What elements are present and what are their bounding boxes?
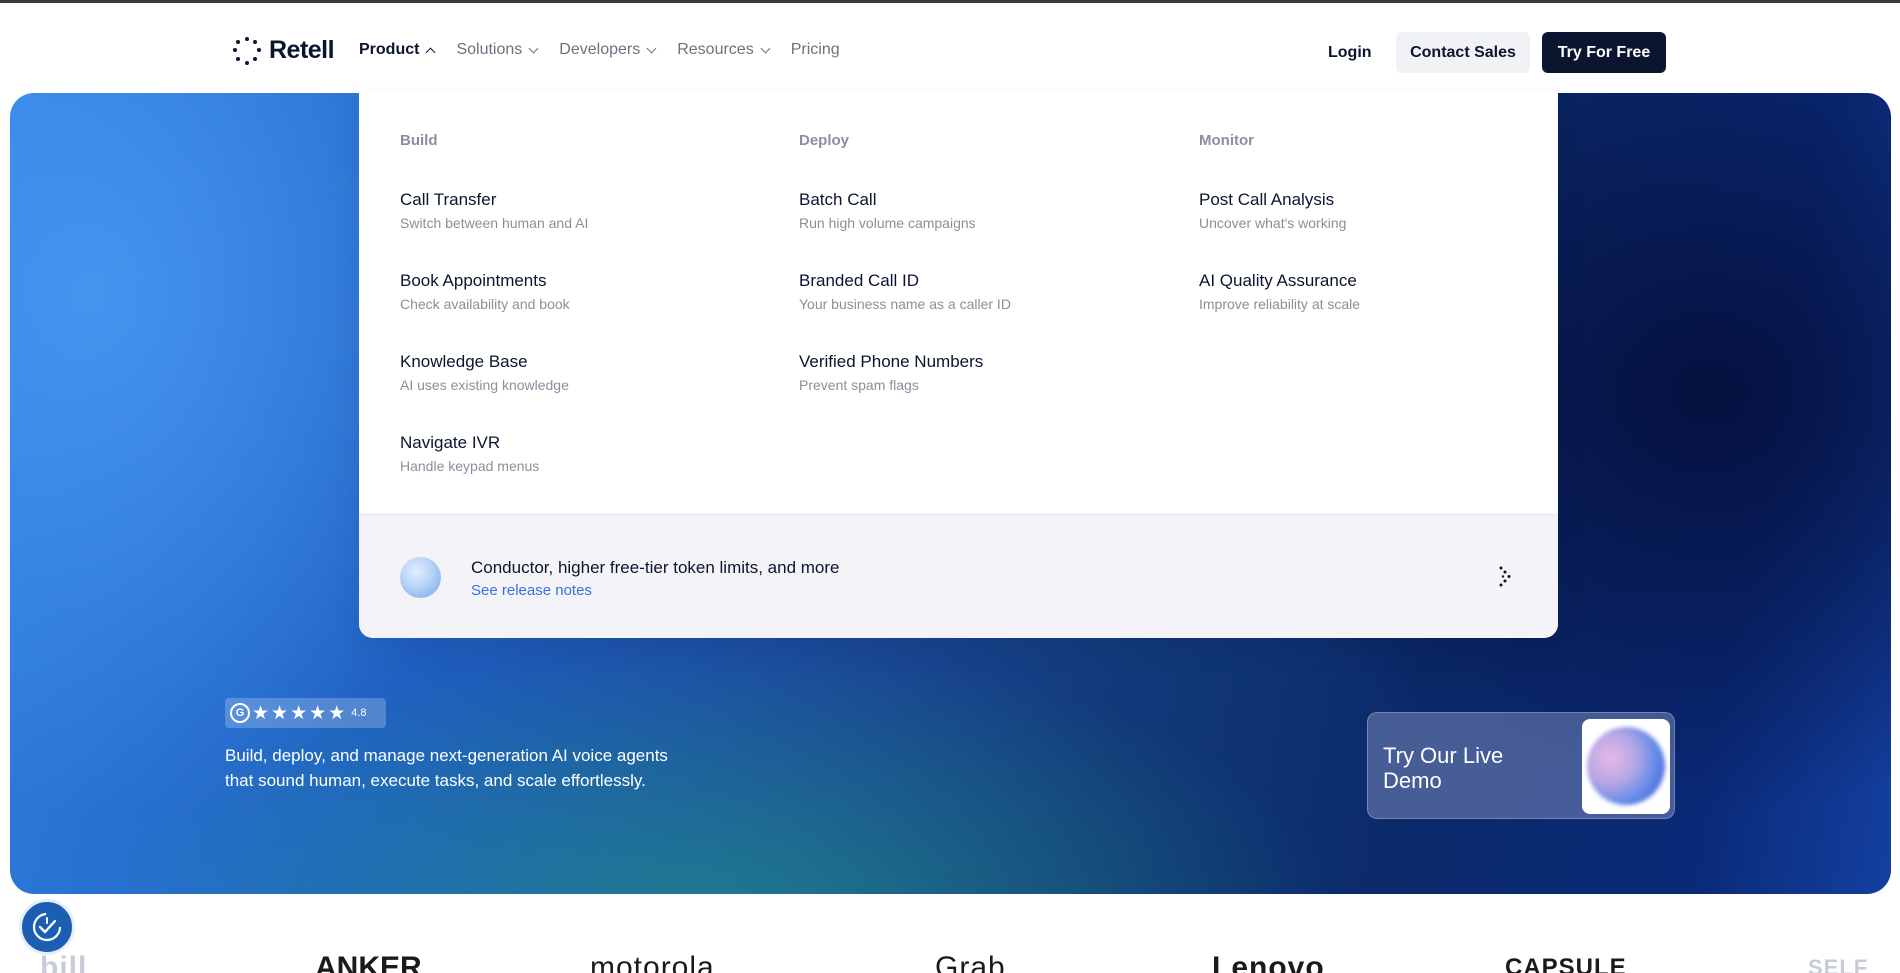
logo-capsule: CAPSULE (1505, 954, 1627, 973)
menu-item-title: Branded Call ID (799, 271, 920, 290)
menu-item-desc: Improve reliability at scale (1199, 296, 1361, 312)
column-deploy: Deploy Batch Call Run high volume campai… (799, 132, 1011, 433)
star-icon: ★ (309, 702, 327, 724)
menu-item-title: Navigate IVR (400, 433, 501, 452)
chevron-down-icon (528, 43, 539, 53)
menu-item-knowledge-base[interactable]: Knowledge Base AI uses existing knowledg… (400, 352, 588, 433)
g2-logo-icon: G (230, 703, 250, 723)
logo-motorola: motorola (590, 951, 715, 973)
menu-item-desc: Prevent spam flags (799, 377, 919, 393)
nav-pricing-label: Pricing (790, 41, 840, 58)
column-title: Deploy (799, 132, 850, 149)
nav-product[interactable]: Product (359, 41, 436, 59)
main-nav: Product Solutions Developers Resources P… (359, 41, 840, 59)
menu-item-call-transfer[interactable]: Call Transfer Switch between human and A… (400, 190, 588, 271)
menu-item-title: AI Quality Assurance (1199, 271, 1357, 290)
logo-bill: bill (40, 951, 88, 973)
retell-logo[interactable]: Retell (233, 36, 335, 65)
release-orb-icon (400, 557, 441, 598)
logo-text: Retell (269, 36, 335, 64)
dotted-arrow-icon[interactable] (1495, 565, 1517, 589)
g2-rating-badge: G ★ ★ ★ ★ ★ 4.8 (225, 698, 386, 728)
logo-self: SELF (1808, 955, 1869, 973)
menu-item-title: Verified Phone Numbers (799, 352, 984, 371)
nav-solutions-label: Solutions (456, 41, 523, 58)
menu-item-verified-phone-numbers[interactable]: Verified Phone Numbers Prevent spam flag… (799, 352, 1011, 433)
menu-item-desc: Handle keypad menus (400, 458, 540, 474)
nav-solutions[interactable]: Solutions (456, 41, 539, 59)
nav-developers[interactable]: Developers (559, 41, 657, 59)
hero-description: Build, deploy, and manage next-generatio… (225, 746, 668, 790)
release-notes-banner[interactable]: Conductor, higher free-tier token limits… (359, 514, 1558, 638)
menu-item-title: Batch Call (799, 190, 877, 209)
rating-value: 4.8 (351, 707, 367, 719)
menu-item-desc: AI uses existing knowledge (400, 377, 569, 393)
star-icon: ★ (290, 702, 308, 724)
login-button[interactable]: Login (1314, 33, 1386, 73)
cookie-consent-button[interactable] (19, 899, 75, 955)
menu-item-book-appointments[interactable]: Book Appointments Check availability and… (400, 271, 588, 352)
live-demo-card[interactable]: Try Our Live Demo (1367, 712, 1675, 819)
live-demo-label: Try Our Live Demo (1383, 743, 1504, 793)
chevron-up-icon (426, 47, 436, 57)
star-icon: ★ (252, 702, 270, 724)
menu-item-branded-call-id[interactable]: Branded Call ID Your business name as a … (799, 271, 1011, 352)
nav-product-label: Product (359, 41, 420, 58)
menu-item-desc: Uncover what's working (1199, 215, 1347, 231)
product-dropdown-menu: Build Call Transfer Switch between human… (359, 93, 1558, 638)
star-icon: ★ (271, 702, 289, 724)
logo-lenovo: Lenovo (1212, 951, 1325, 973)
menu-item-desc: Switch between human and AI (400, 215, 589, 231)
menu-item-navigate-ivr[interactable]: Navigate IVR Handle keypad menus (400, 433, 588, 514)
star-icon: ★ (328, 702, 346, 724)
menu-item-ai-quality-assurance[interactable]: AI Quality Assurance Improve reliability… (1199, 271, 1360, 352)
column-title: Build (400, 132, 438, 149)
column-build: Build Call Transfer Switch between human… (400, 132, 588, 514)
logo-anker: ANKER (315, 951, 422, 973)
try-for-free-button[interactable]: Try For Free (1542, 32, 1666, 73)
release-title: Conductor, higher free-tier token limits… (471, 558, 840, 577)
nav-resources-label: Resources (677, 41, 754, 58)
release-notes-link[interactable]: See release notes (471, 582, 592, 599)
chevron-down-icon (646, 43, 657, 53)
demo-orb-thumbnail (1582, 719, 1670, 814)
menu-item-desc: Run high volume campaigns (799, 215, 976, 231)
nav-developers-label: Developers (559, 41, 641, 58)
retell-logo-icon (233, 36, 261, 65)
column-title: Monitor (1199, 132, 1254, 149)
logo-grab: Grab (935, 951, 1006, 973)
chevron-down-icon (760, 43, 771, 53)
menu-item-post-call-analysis[interactable]: Post Call Analysis Uncover what's workin… (1199, 190, 1360, 271)
cookie-clock-check-icon (32, 912, 62, 942)
site-header: Retell Product Solutions Developers Reso… (0, 3, 1900, 93)
demo-orb-icon (1587, 727, 1665, 805)
menu-item-title: Post Call Analysis (1199, 190, 1335, 209)
menu-item-batch-call[interactable]: Batch Call Run high volume campaigns (799, 190, 1011, 271)
contact-sales-button[interactable]: Contact Sales (1396, 32, 1530, 73)
menu-item-title: Knowledge Base (400, 352, 528, 371)
column-monitor: Monitor Post Call Analysis Uncover what'… (1199, 132, 1360, 352)
menu-item-title: Call Transfer (400, 190, 497, 209)
nav-resources[interactable]: Resources (677, 41, 771, 59)
menu-item-title: Book Appointments (400, 271, 547, 290)
customer-logos-strip: bill ANKER motorola Grab Lenovo CAPSULE … (0, 950, 1900, 973)
menu-item-desc: Your business name as a caller ID (799, 296, 1011, 312)
menu-item-desc: Check availability and book (400, 296, 570, 312)
nav-pricing[interactable]: Pricing (791, 41, 840, 59)
